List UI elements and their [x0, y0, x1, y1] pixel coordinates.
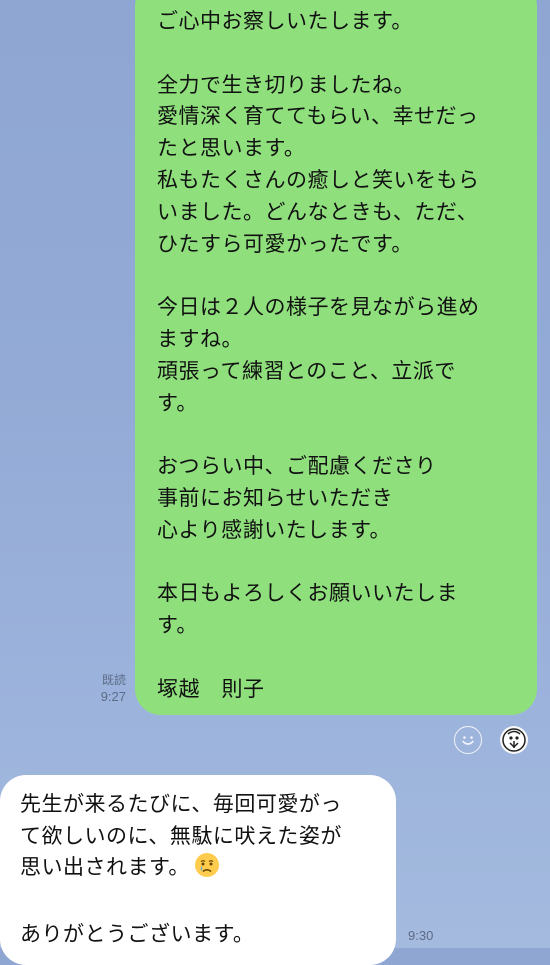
message-line: 愛情深く育ててもらい、幸せだっ: [157, 104, 479, 129]
smile-reaction-icon[interactable]: [454, 726, 482, 754]
read-receipt: 既読: [101, 673, 126, 687]
message-text: 思い出されます。: [20, 855, 190, 879]
crying-face-icon: [194, 852, 220, 888]
message-line: おつらい中、ご配慮くださり: [157, 454, 437, 479]
message-timestamp: 9:27: [100, 689, 126, 704]
message-line: [157, 419, 521, 451]
message-timestamp: 9:30: [408, 928, 434, 943]
message-line: 事前にお知らせいただき: [157, 485, 394, 510]
message-line: 本日もよろしくお願いいたしま: [157, 581, 458, 606]
message-line: て欲しいのに、無駄に吠えた姿が: [20, 823, 342, 848]
message-line: ひたすら可愛かったです。: [157, 231, 413, 256]
smile-icon: [462, 736, 474, 745]
message-line: 頑張って練習とのこと、立派で: [157, 358, 456, 383]
message-line: ますね。: [157, 326, 243, 351]
message-line: [157, 260, 521, 292]
message-line: 全力で生き切りましたね。: [157, 72, 415, 97]
message-line-with-emoji: 思い出されます。: [20, 852, 386, 888]
message-line: 私もたくさんの癒しと笑いをもら: [157, 167, 480, 192]
message-line: [157, 642, 521, 674]
message-line: す。: [157, 613, 198, 638]
sticker-avatar-icon[interactable]: [500, 726, 528, 754]
message-line: [157, 547, 521, 579]
message-line: [20, 888, 386, 920]
outgoing-message-bubble[interactable]: ご心中お察しいたします。 全力で生き切りましたね。 愛情深く育ててもらい、幸せだ…: [135, 0, 537, 715]
signature-line: 塚越 則子: [157, 676, 265, 701]
reaction-row: [454, 726, 528, 754]
message-line: 先生が来るたびに、毎回可愛がっ: [20, 792, 342, 816]
incoming-message-bubble[interactable]: 先生が来るたびに、毎回可愛がっ て欲しいのに、無駄に吠えた姿が 思い出されます。…: [0, 775, 396, 965]
message-line: いました。どんなときも、ただ、: [157, 199, 479, 224]
message-line: 今日は２人の様子を見ながら進め: [157, 295, 480, 320]
outgoing-message-meta: 既読 9:27: [80, 672, 126, 706]
message-line: [157, 38, 521, 70]
message-line: ありがとうございます。: [20, 922, 255, 946]
message-line: たと思います。: [157, 136, 306, 161]
message-line: す。: [157, 390, 198, 415]
avatar-icon: [502, 728, 526, 752]
chat-area[interactable]: ご心中お察しいたします。 全力で生き切りましたね。 愛情深く育ててもらい、幸せだ…: [0, 0, 550, 965]
message-line: ご心中お察しいたします。: [157, 9, 413, 33]
message-line: 心より感謝いたします。: [157, 517, 391, 542]
